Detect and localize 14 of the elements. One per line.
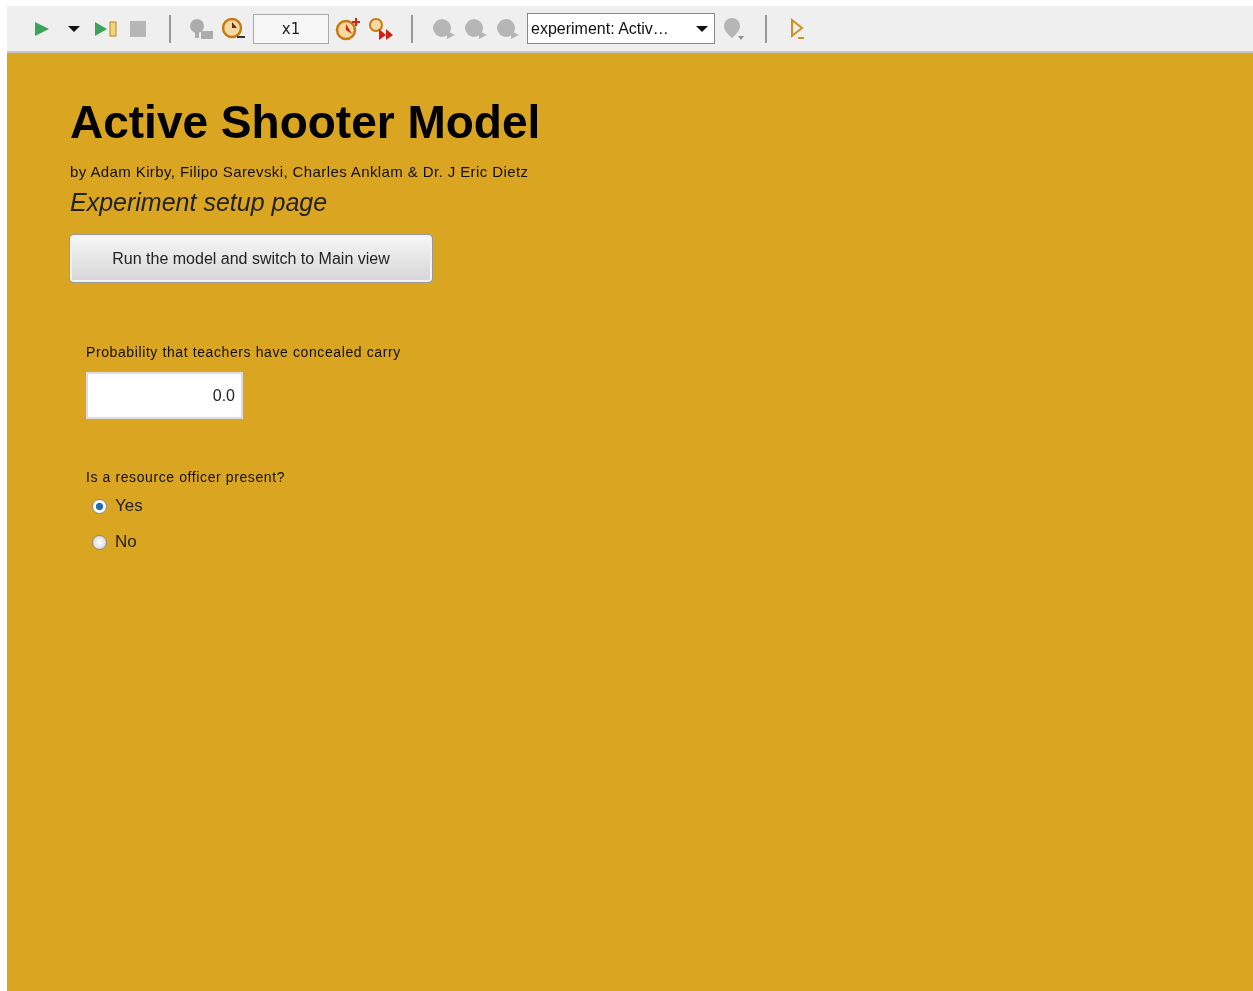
probability-field[interactable]: 0.0	[86, 372, 243, 419]
page-title: Active Shooter Model	[70, 95, 541, 149]
clock-plus-icon[interactable]	[335, 15, 361, 42]
clock-forward-icon[interactable]	[367, 15, 393, 42]
authors-text: by Adam Kirby, Filipo Sarevski, Charles Anklam & Dr. J Eric Dietz	[70, 163, 529, 180]
question-label: Is a resource officer present?	[86, 469, 287, 485]
field-label: Probability that teachers have concealed carry	[86, 344, 401, 360]
experiment-dropdown[interactable]: experiment: Activ…	[527, 13, 715, 44]
radio-option[interactable]: Yes	[92, 491, 143, 521]
page-subtitle: Experiment setup page	[70, 188, 328, 217]
radio-option[interactable]: No	[92, 527, 137, 557]
caret-icon	[696, 24, 708, 33]
speed-field[interactable]: x1	[253, 13, 329, 44]
run-button[interactable]: Run the model and switch to Main view	[70, 235, 432, 282]
